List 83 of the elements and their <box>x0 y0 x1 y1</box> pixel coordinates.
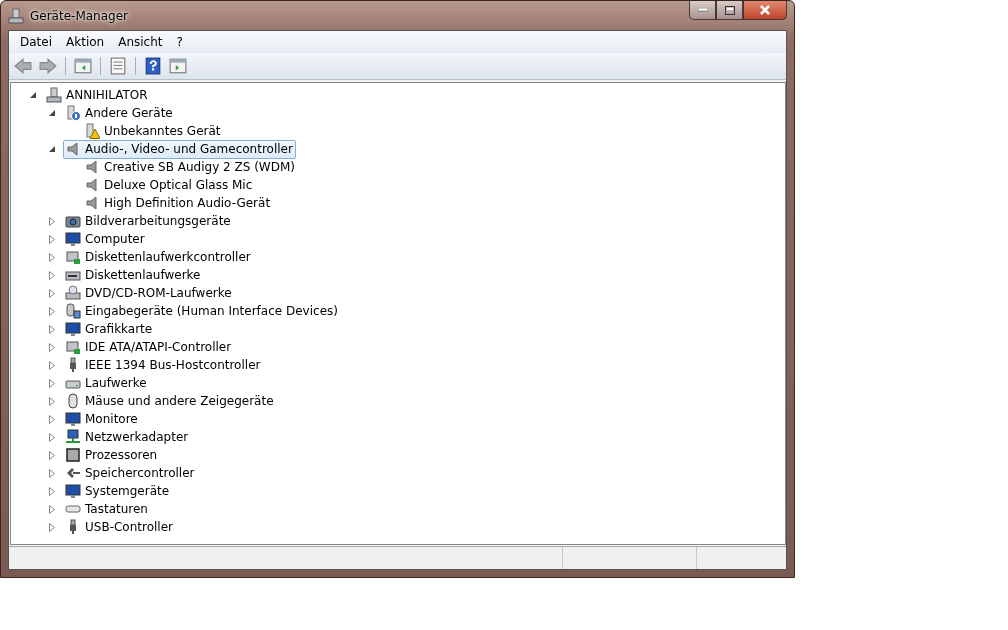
tree-item[interactable]: Prozessoren <box>63 445 161 465</box>
expand-toggle[interactable] <box>46 485 58 497</box>
action-pane-icon <box>169 57 187 75</box>
expand-toggle[interactable] <box>46 359 58 371</box>
tree-item[interactable]: High Definition Audio-Gerät <box>82 193 274 213</box>
tree-item[interactable]: Creative SB Audigy 2 ZS (WDM) <box>82 157 298 177</box>
close-icon <box>759 5 771 15</box>
tree-item[interactable]: IEEE 1394 Bus-Hostcontroller <box>63 355 264 375</box>
expand-toggle[interactable] <box>46 269 58 281</box>
tree-item[interactable]: Systemgeräte <box>63 481 173 501</box>
console-tree-icon <box>74 57 92 75</box>
forward-arrow-icon <box>39 57 57 75</box>
expanded-triangle-icon <box>48 109 56 117</box>
warning-device-icon <box>84 123 100 139</box>
expand-toggle[interactable] <box>46 413 58 425</box>
tree-item[interactable]: Computer <box>63 229 148 249</box>
tree-item[interactable]: Deluxe Optical Glass Mic <box>82 175 256 195</box>
tree-item[interactable]: Laufwerke <box>63 373 150 393</box>
tree-item[interactable]: Grafikkarte <box>63 319 156 339</box>
tree-item[interactable]: Audio-, Video- und Gamecontroller <box>63 139 296 159</box>
expand-toggle[interactable] <box>46 215 58 227</box>
properties-icon <box>109 57 127 75</box>
minimize-button[interactable] <box>689 1 716 20</box>
menu-item[interactable]: Ansicht <box>111 33 170 51</box>
expand-toggle[interactable] <box>46 449 58 461</box>
expand-toggle[interactable] <box>46 233 58 245</box>
tree-item[interactable]: IDE ATA/ATAPI-Controller <box>63 337 235 357</box>
computer-icon <box>46 87 62 103</box>
expand-toggle[interactable] <box>46 287 58 299</box>
menu-item[interactable]: ? <box>169 33 190 51</box>
controller-icon <box>65 339 81 355</box>
chip-icon <box>65 447 81 463</box>
tree-item[interactable]: Monitore <box>63 409 141 429</box>
expand-toggle[interactable] <box>46 395 58 407</box>
monitor-icon <box>65 321 81 337</box>
expand-toggle[interactable] <box>46 521 58 533</box>
window-title: Geräte-Manager <box>30 8 128 23</box>
expanded-triangle-icon <box>29 91 37 99</box>
unknown-device-icon <box>65 105 81 121</box>
expand-toggle[interactable] <box>46 341 58 353</box>
tree-item[interactable]: Bildverarbeitungsgeräte <box>63 211 234 231</box>
tree-item[interactable]: Speichercontroller <box>63 463 198 483</box>
tree-item[interactable]: Eingabegeräte (Human Interface Devices) <box>63 301 341 321</box>
speaker-icon <box>84 177 100 193</box>
speaker-icon <box>65 141 81 157</box>
tree-item[interactable]: Unbekanntes Gerät <box>82 121 224 141</box>
tree-item[interactable]: ANNIHILATOR <box>44 85 151 105</box>
mouse-icon <box>65 393 81 409</box>
expand-toggle[interactable] <box>46 377 58 389</box>
input-device-icon <box>65 303 81 319</box>
expand-toggle[interactable] <box>46 503 58 515</box>
monitor-icon <box>65 483 81 499</box>
menu-item[interactable]: Aktion <box>59 33 112 51</box>
expanded-triangle-icon <box>48 145 56 153</box>
disc-drive-icon <box>65 285 81 301</box>
close-button[interactable] <box>743 1 787 20</box>
expand-toggle[interactable] <box>46 251 58 263</box>
speaker-icon <box>84 195 100 211</box>
monitor-icon <box>65 411 81 427</box>
tree-item[interactable]: Netzwerkadapter <box>63 427 192 447</box>
expand-toggle[interactable] <box>46 467 58 479</box>
menu-item[interactable]: Datei <box>13 33 59 51</box>
tree-item[interactable]: USB-Controller <box>63 517 176 537</box>
help-icon <box>144 57 162 75</box>
monitor-icon <box>65 231 81 247</box>
expand-toggle[interactable] <box>46 323 58 335</box>
maximize-icon <box>724 5 735 15</box>
tree-item[interactable]: Diskettenlaufwerkcontroller <box>63 247 254 267</box>
network-icon <box>65 429 81 445</box>
expand-toggle[interactable] <box>46 431 58 443</box>
controller-icon <box>65 249 81 265</box>
computer-icon <box>8 7 24 24</box>
camera-icon <box>65 213 81 229</box>
back-arrow-icon <box>14 57 32 75</box>
tree-item[interactable]: Diskettenlaufwerke <box>63 265 204 285</box>
maximize-button[interactable] <box>716 1 743 20</box>
expand-toggle[interactable] <box>46 305 58 317</box>
tree-item[interactable]: DVD/CD-ROM-Laufwerke <box>63 283 235 303</box>
tree-item[interactable]: Mäuse und andere Zeigegeräte <box>63 391 277 411</box>
minimize-icon <box>697 8 708 12</box>
tree-item[interactable]: Tastaturen <box>63 499 151 519</box>
storage-controller-icon <box>65 465 81 481</box>
tree-item[interactable]: Andere Geräte <box>63 103 176 123</box>
